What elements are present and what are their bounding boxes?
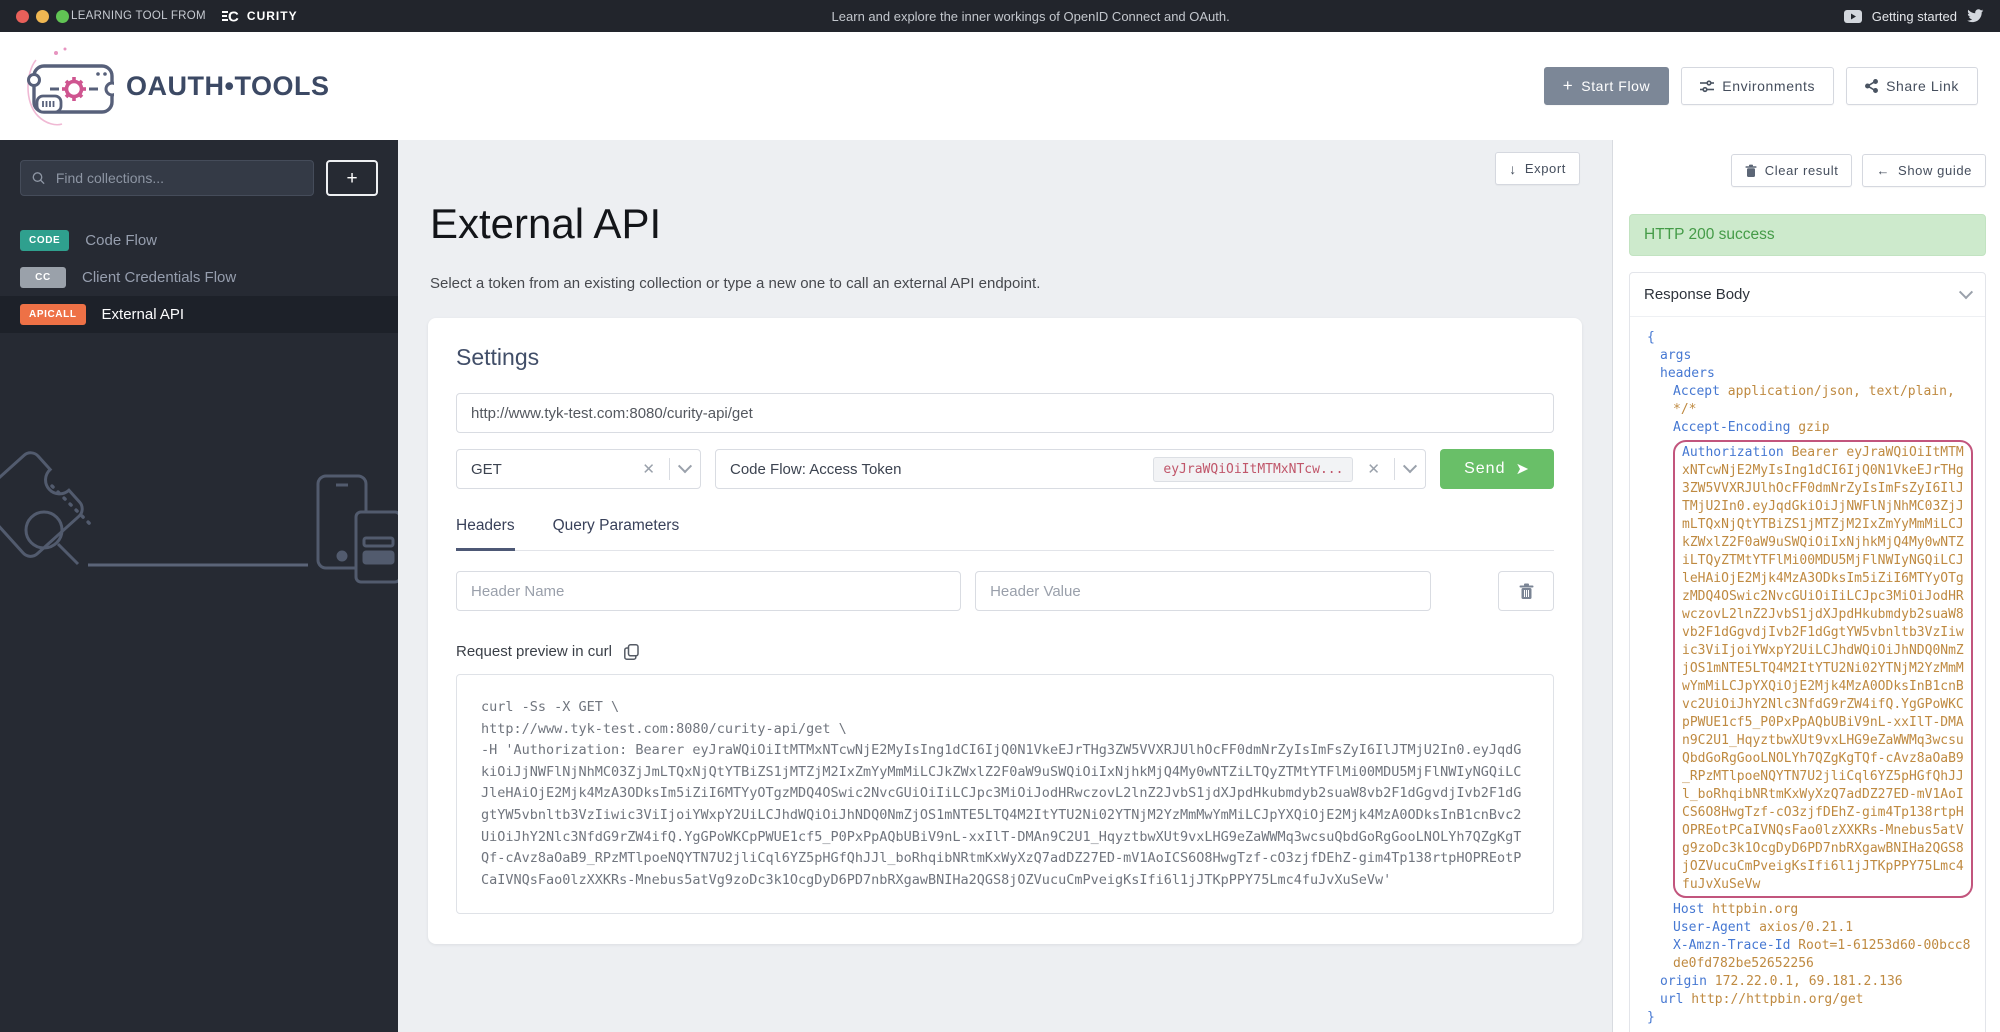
response-body-card: Response Body { args headers Accept applica… — [1629, 272, 1986, 1032]
start-flow-button[interactable]: + Start Flow — [1543, 67, 1670, 105]
share-link-button[interactable]: Share Link — [1846, 67, 1978, 105]
curl-preview: curl -Ss -X GET \ http://www.tyk-test.co… — [456, 674, 1554, 915]
method-select[interactable]: GET ✕ — [456, 449, 701, 489]
flow-main: ↓ Export External API Select a token fro… — [398, 140, 1612, 1032]
response-body-header[interactable]: Response Body — [1630, 273, 1985, 317]
curity-c-icon: C — [221, 9, 239, 26]
collections-sidebar: + CODE Code Flow CC Client Credentials Flow… — [0, 140, 398, 1032]
response-line: args — [1660, 348, 1692, 363]
add-collection-button[interactable]: + — [326, 160, 378, 196]
titlebar: LEARNING TOOL FROM C CURITY Learn and ex… — [0, 0, 2000, 32]
page-subtitle: Select a token from an existing collecti… — [430, 275, 1041, 292]
collection-label: External API — [101, 306, 185, 323]
environments-button[interactable]: Environments — [1681, 67, 1835, 105]
sidebar-illustration — [0, 451, 398, 584]
app-tagline: Learn and explore the inner workings of … — [831, 8, 1230, 24]
clear-method-icon[interactable]: ✕ — [638, 460, 659, 478]
response-body-title: Response Body — [1644, 286, 1750, 303]
chevron-down-icon[interactable] — [677, 459, 693, 474]
oauth-tools-logo-icon — [27, 47, 114, 126]
method-value: GET — [471, 460, 502, 478]
request-tabs: Headers Query Parameters — [456, 517, 1554, 551]
plus-icon: + — [1562, 76, 1574, 95]
url-input[interactable] — [456, 393, 1554, 433]
getting-started-link[interactable]: Getting started — [1872, 9, 1957, 24]
response-line: X-Amzn-Trace-Id Root=1-61253d60-00bcc8de… — [1673, 938, 1971, 971]
learning-tool-from-text: LEARNING TOOL FROM — [71, 10, 206, 22]
collection-label: Code Flow — [85, 232, 157, 249]
search-icon — [32, 172, 45, 185]
header-value-input[interactable] — [975, 571, 1431, 611]
trash-icon — [1519, 583, 1533, 599]
tab-headers[interactable]: Headers — [456, 517, 515, 551]
chevron-down-icon[interactable] — [1402, 459, 1418, 474]
collection-list: CODE Code Flow CC Client Credentials Flow AP… — [0, 222, 398, 333]
settings-card: Settings GET ✕ Code Flow: Access Token e… — [428, 318, 1582, 945]
token-chip: eyJraWQiOiItMTMxNTcw... — [1153, 456, 1354, 482]
collection-badge: CC — [20, 267, 66, 288]
oauth-tools-app: LEARNING TOOL FROM C CURITY Learn and ex… — [0, 0, 2000, 1032]
result-panel: Clear result ← Show guide HTTP 200 succe… — [1612, 140, 2000, 1032]
response-line: Host httpbin.org — [1673, 902, 1799, 917]
settings-heading: Settings — [456, 344, 540, 370]
download-icon: ↓ — [1509, 160, 1517, 177]
send-button[interactable]: Send ➤ — [1440, 449, 1554, 489]
back-arrow-icon: ← — [1876, 163, 1891, 178]
app-logo: OAUTH•TOOLS — [22, 44, 329, 128]
page-title: External API — [430, 200, 662, 247]
curl-preview-label: Request preview in curl — [456, 643, 612, 660]
authorization-highlight: Authorization Bearer eyJraWQiOiItMTMxNTc… — [1673, 440, 1973, 898]
response-line: User-Agent axios/0.21.1 — [1673, 920, 1854, 935]
response-json: { args headers Accept application/json, tex… — [1630, 317, 1985, 1032]
status-banner: HTTP 200 success — [1629, 214, 1986, 256]
delete-header-button[interactable] — [1498, 571, 1554, 611]
token-select-value: Code Flow: Access Token — [730, 460, 902, 478]
response-line: url http://httpbin.org/get — [1660, 992, 1864, 1007]
response-line: Accept-Encoding gzip — [1673, 420, 1830, 435]
collection-item[interactable]: CODE Code Flow — [0, 222, 398, 259]
response-line: } — [1647, 1010, 1655, 1025]
collection-item[interactable]: APICALL External API — [0, 296, 398, 333]
collection-item[interactable]: CC Client Credentials Flow — [0, 259, 398, 296]
maximize-window-icon[interactable] — [56, 9, 69, 23]
close-window-icon[interactable] — [16, 9, 29, 23]
export-button[interactable]: ↓ Export — [1495, 152, 1580, 185]
collections-search[interactable] — [20, 160, 314, 196]
tab-query-parameters[interactable]: Query Parameters — [553, 517, 680, 551]
share-icon — [1865, 79, 1879, 93]
youtube-icon[interactable] — [1843, 9, 1862, 23]
minimize-window-icon[interactable] — [36, 9, 49, 23]
send-arrow-icon: ➤ — [1515, 461, 1530, 478]
clear-result-button[interactable]: Clear result — [1730, 154, 1853, 187]
sliders-icon — [1700, 79, 1715, 92]
collections-search-input[interactable] — [53, 169, 302, 187]
collection-label: Client Credentials Flow — [82, 269, 237, 286]
collection-badge: APICALL — [20, 304, 86, 325]
clear-token-icon[interactable]: ✕ — [1363, 460, 1384, 478]
copy-icon[interactable] — [623, 643, 639, 660]
trash-icon — [1745, 164, 1757, 177]
response-line: Accept application/json, text/plain, */* — [1673, 384, 1963, 417]
window-controls — [16, 9, 69, 23]
response-line: headers — [1660, 366, 1715, 381]
app-header: OAUTH•TOOLS + Start Flow Environments Sh… — [0, 32, 2000, 140]
token-select[interactable]: Code Flow: Access Token eyJraWQiOiItMTMx… — [715, 449, 1426, 489]
header-name-input[interactable] — [456, 571, 962, 611]
twitter-icon[interactable] — [1967, 9, 1984, 23]
svg-text:C: C — [228, 9, 239, 26]
response-line: origin 172.22.0.1, 69.181.2.136 — [1660, 974, 1903, 989]
logo-wordmark: OAUTH•TOOLS — [126, 70, 330, 101]
show-guide-button[interactable]: ← Show guide — [1862, 154, 1986, 187]
collection-badge: CODE — [20, 230, 70, 251]
curity-logo: C CURITY — [221, 7, 298, 26]
response-line: { — [1647, 330, 1655, 345]
chevron-down-icon — [1958, 284, 1974, 299]
curity-brand-text: CURITY — [246, 9, 298, 23]
